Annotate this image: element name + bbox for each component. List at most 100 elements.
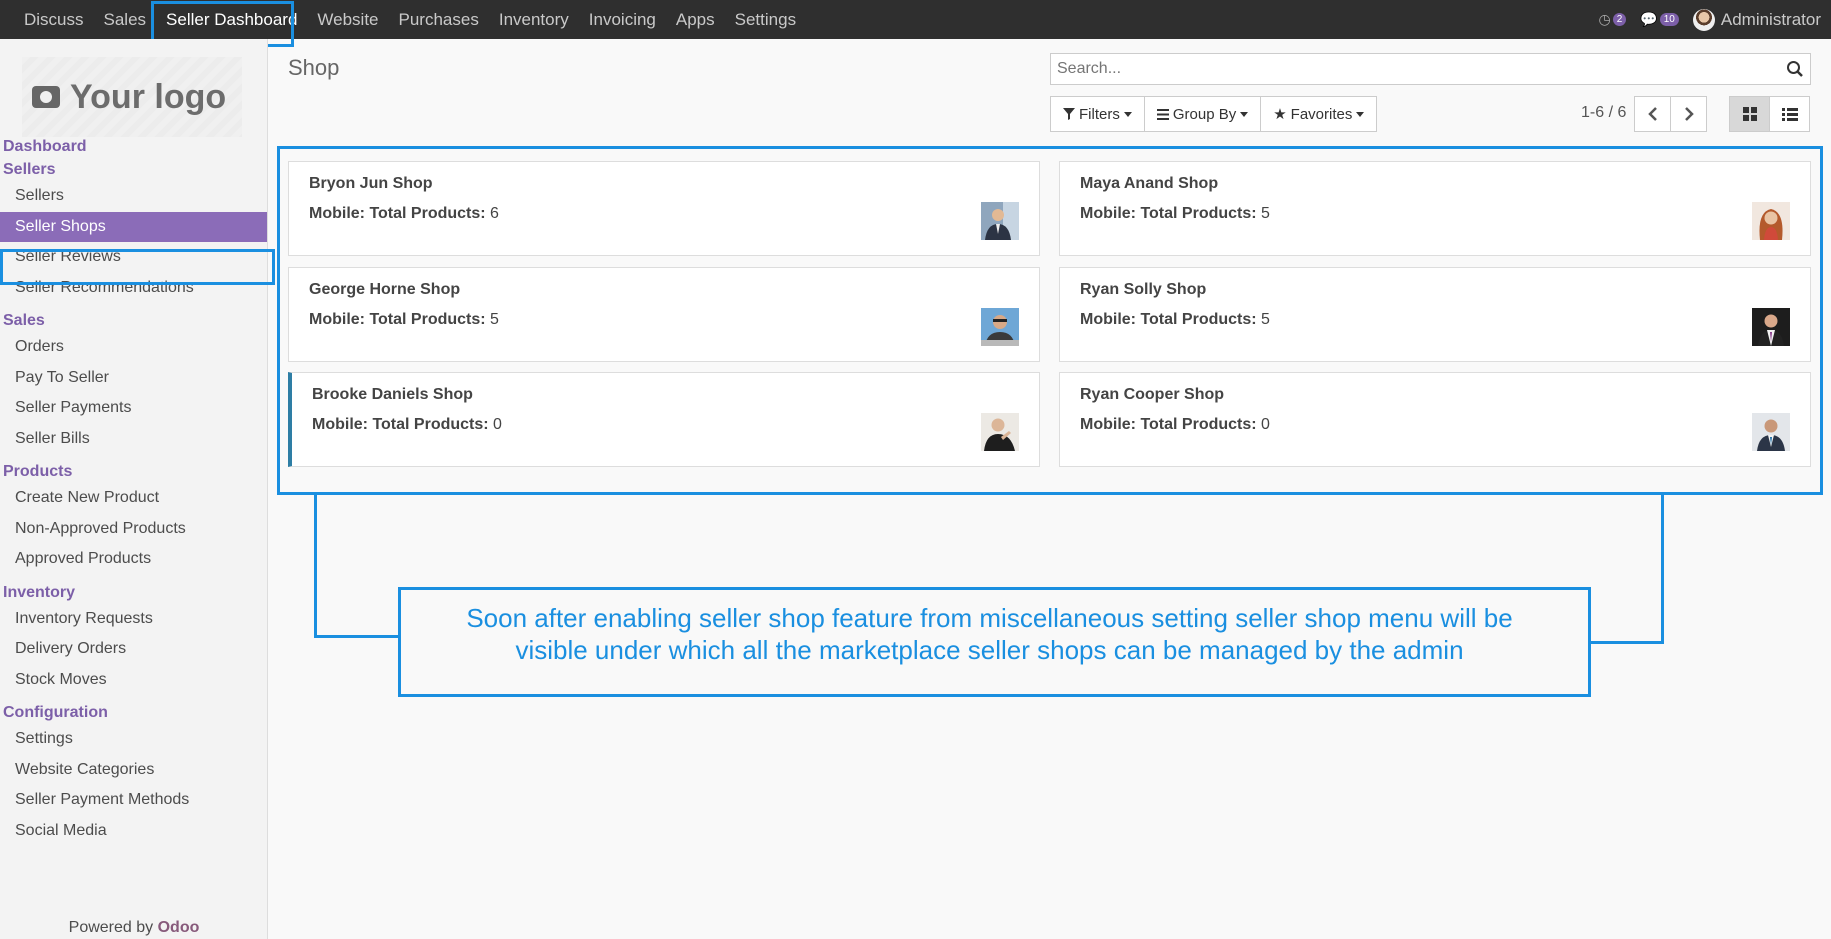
shop-name: Ryan Solly Shop xyxy=(1080,281,1207,298)
sidebar-item-settings[interactable]: Settings xyxy=(0,724,268,755)
menu-invoicing[interactable]: Invoicing xyxy=(579,0,666,39)
sidebar-item-inventory-requests[interactable]: Inventory Requests xyxy=(0,604,268,635)
caret-down-icon xyxy=(1356,111,1365,117)
menu-purchases[interactable]: Purchases xyxy=(389,0,489,39)
sidebar-item-pay-to-seller[interactable]: Pay To Seller xyxy=(0,363,268,394)
total-products-value: 5 xyxy=(1261,311,1270,328)
activity-button[interactable]: ◷ 2 xyxy=(1599,11,1627,28)
search-options: Filters Group By ★ Favorites xyxy=(1050,96,1378,132)
filters-button[interactable]: Filters xyxy=(1050,96,1145,132)
sidebar-item-delivery-orders[interactable]: Delivery Orders xyxy=(0,634,268,665)
powered-prefix: Powered by xyxy=(68,919,154,936)
annotation-callout: Soon after enabling seller shop feature … xyxy=(398,587,1591,697)
menu-sales[interactable]: Sales xyxy=(94,0,157,39)
activity-badge: 2 xyxy=(1612,13,1627,26)
total-products-value: 6 xyxy=(490,205,499,222)
shop-card[interactable]: Maya Anand Shop Mobile: Total Products: … xyxy=(1059,161,1811,256)
sidebar-section-sellers[interactable]: Sellers xyxy=(0,158,268,181)
sidebar-section-dashboard[interactable]: Dashboard xyxy=(0,135,268,158)
sidebar-section-inventory[interactable]: Inventory xyxy=(0,581,268,604)
menu-website[interactable]: Website xyxy=(307,0,388,39)
star-icon: ★ xyxy=(1273,106,1287,123)
menu-apps[interactable]: Apps xyxy=(666,0,725,39)
total-products-label: Mobile: Total Products: xyxy=(1080,311,1257,328)
sidebar-item-website-categories[interactable]: Website Categories xyxy=(0,755,268,786)
groupby-label: Group By xyxy=(1172,105,1237,123)
odoo-link[interactable]: Odoo xyxy=(158,919,200,936)
pager-value[interactable]: 1-6 / 6 xyxy=(1581,104,1626,122)
sidebar-item-seller-payments[interactable]: Seller Payments xyxy=(0,393,268,424)
camera-icon xyxy=(32,86,60,108)
pager-previous-button[interactable] xyxy=(1634,96,1671,132)
groupby-button[interactable]: Group By xyxy=(1143,96,1262,132)
menu-inventory[interactable]: Inventory xyxy=(489,0,579,39)
sidebar: Your logo Dashboard Sellers Sellers Sell… xyxy=(0,39,275,939)
pager-next-button[interactable] xyxy=(1670,96,1707,132)
avatar xyxy=(1692,8,1715,31)
sidebar-section-sales[interactable]: Sales xyxy=(0,309,268,332)
shop-card[interactable]: Bryon Jun Shop Mobile: Total Products: 6 xyxy=(288,161,1040,256)
systray: ◷ 2 💬 10 Administrator xyxy=(1599,0,1821,39)
sidebar-section-products[interactable]: Products xyxy=(0,460,268,483)
total-products-label: Mobile: Total Products: xyxy=(1080,205,1257,222)
annotation-connector xyxy=(314,635,400,638)
annotation-text-line-1: Soon after enabling seller shop feature … xyxy=(466,603,1513,633)
search-input[interactable] xyxy=(1051,54,1780,84)
sidebar-item-approved-products[interactable]: Approved Products xyxy=(0,544,268,575)
list-view-button[interactable] xyxy=(1769,96,1810,132)
main-menu: Discuss Sales Seller Dashboard Website P… xyxy=(0,0,806,39)
annotation-connector xyxy=(314,493,317,638)
chevron-right-icon xyxy=(1684,107,1694,121)
list-icon xyxy=(1781,107,1798,121)
sidebar-item-seller-reviews[interactable]: Seller Reviews xyxy=(0,242,268,273)
shop-name: Bryon Jun Shop xyxy=(309,175,433,192)
total-products-value: 0 xyxy=(1261,416,1270,433)
shop-card[interactable]: Ryan Cooper Shop Mobile: Total Products:… xyxy=(1059,372,1811,467)
powered-by: Powered by Odoo xyxy=(0,919,268,937)
sidebar-item-seller-payment-methods[interactable]: Seller Payment Methods xyxy=(0,785,268,816)
menu-seller-dashboard[interactable]: Seller Dashboard xyxy=(156,0,307,39)
kanban-view-button[interactable] xyxy=(1729,96,1770,132)
sidebar-item-seller-bills[interactable]: Seller Bills xyxy=(0,424,268,455)
messages-button[interactable]: 💬 10 xyxy=(1640,11,1679,28)
shop-name: George Horne Shop xyxy=(309,281,461,298)
menu-discuss[interactable]: Discuss xyxy=(14,0,94,39)
seller-image xyxy=(1752,202,1790,240)
sidebar-item-seller-recommendations[interactable]: Seller Recommendations xyxy=(0,273,268,304)
annotation-text-line-2: visible under which all the marketplace … xyxy=(515,635,1464,665)
seller-image xyxy=(981,413,1019,451)
sidebar-item-non-approved-products[interactable]: Non-Approved Products xyxy=(0,514,268,545)
search-icon[interactable] xyxy=(1780,60,1810,78)
shop-card[interactable]: Brooke Daniels Shop Mobile: Total Produc… xyxy=(288,372,1040,467)
sidebar-menu: Dashboard Sellers Sellers Seller Shops S… xyxy=(0,135,268,846)
sidebar-section-configuration[interactable]: Configuration xyxy=(0,701,268,724)
total-products-label: Mobile: Total Products: xyxy=(309,311,486,328)
sidebar-item-sellers[interactable]: Sellers xyxy=(0,181,268,212)
favorites-label: Favorites xyxy=(1290,105,1353,123)
caret-down-icon xyxy=(1123,111,1132,117)
th-large-icon xyxy=(1742,107,1757,121)
logo-text: Your logo xyxy=(70,77,227,116)
total-products-label: Mobile: Total Products: xyxy=(309,205,486,222)
total-products-label: Mobile: Total Products: xyxy=(312,416,489,433)
user-menu[interactable]: Administrator xyxy=(1692,8,1821,31)
company-logo[interactable]: Your logo xyxy=(22,57,242,137)
seller-image xyxy=(1752,308,1790,346)
sidebar-item-seller-shops[interactable]: Seller Shops xyxy=(0,211,267,242)
sidebar-item-create-new-product[interactable]: Create New Product xyxy=(0,483,268,514)
comments-icon: 💬 xyxy=(1640,11,1658,27)
seller-image xyxy=(1752,413,1790,451)
shop-card[interactable]: Ryan Solly Shop Mobile: Total Products: … xyxy=(1059,267,1811,362)
total-products-label: Mobile: Total Products: xyxy=(1080,416,1257,433)
filters-label: Filters xyxy=(1079,105,1120,123)
shop-name: Maya Anand Shop xyxy=(1080,175,1219,192)
clock-icon: ◷ xyxy=(1598,11,1611,27)
favorites-button[interactable]: ★ Favorites xyxy=(1260,96,1378,132)
sidebar-item-social-media[interactable]: Social Media xyxy=(0,816,268,847)
sidebar-item-orders[interactable]: Orders xyxy=(0,332,268,363)
total-products-value: 0 xyxy=(493,416,502,433)
top-navbar: Discuss Sales Seller Dashboard Website P… xyxy=(0,0,1831,47)
shop-card[interactable]: George Horne Shop Mobile: Total Products… xyxy=(288,267,1040,362)
menu-settings[interactable]: Settings xyxy=(725,0,806,39)
sidebar-item-stock-moves[interactable]: Stock Moves xyxy=(0,665,268,696)
